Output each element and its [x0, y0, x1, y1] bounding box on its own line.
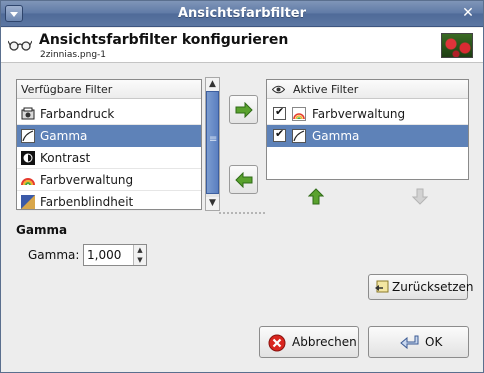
available-filter-label: Kontrast: [40, 151, 91, 165]
pane-resize-handle[interactable]: [219, 212, 265, 216]
contrast-icon: [21, 151, 35, 165]
gamma-label: Gamma:: [28, 248, 80, 262]
color-management-icon: [292, 107, 306, 121]
header-title: Ansichtsfarbfilter konfigurieren: [39, 32, 289, 48]
gamma-curve-icon: [21, 129, 35, 143]
active-filters-header-label: Aktive Filter: [293, 83, 359, 96]
image-thumbnail: [441, 33, 473, 58]
cancel-button[interactable]: Abbrechen: [259, 326, 359, 358]
cancel-icon: [268, 334, 286, 352]
color-deficiency-icon: [21, 195, 35, 209]
gamma-spin-buttons[interactable]: ▲ ▼: [133, 245, 146, 265]
close-icon[interactable]: ✕: [459, 4, 477, 22]
ok-return-icon: [400, 335, 419, 350]
gamma-curve-icon: [292, 129, 306, 143]
spin-down-icon[interactable]: ▼: [134, 255, 146, 265]
filter-enabled-checkbox[interactable]: [273, 127, 286, 142]
glasses-icon: [8, 40, 32, 51]
active-filter-label: Farbverwaltung: [312, 107, 406, 121]
available-filters-header[interactable]: Verfügbare Filter: [17, 80, 201, 99]
filter-enabled-checkbox[interactable]: [273, 105, 286, 120]
arrow-left-icon: [235, 172, 253, 188]
proof-icon: [21, 107, 35, 120]
gamma-input[interactable]: [87, 247, 131, 263]
active-filters-header[interactable]: Aktive Filter: [267, 80, 468, 99]
available-filter-item-gamma[interactable]: Gamma: [17, 125, 201, 147]
cancel-button-label: Abbrechen: [292, 335, 357, 349]
reset-icon: [375, 280, 389, 293]
eye-icon: [272, 85, 285, 94]
available-filter-item-kontrast[interactable]: Kontrast: [17, 147, 201, 169]
available-filter-item-farbverwaltung[interactable]: Farbverwaltung: [17, 169, 201, 191]
scroll-down-icon[interactable]: ▼: [206, 197, 219, 210]
ok-button-label: OK: [425, 335, 443, 349]
scroll-up-icon[interactable]: ▲: [206, 78, 219, 91]
available-filters-list[interactable]: Verfügbare Filter Farbandruck Gamma Kont…: [16, 79, 202, 211]
active-filter-label: Gamma: [312, 129, 360, 143]
available-filter-item-farbenblindheit[interactable]: Farbenblindheit: [17, 191, 201, 211]
gamma-spinbutton[interactable]: ▲ ▼: [83, 244, 147, 266]
color-management-icon: [21, 178, 35, 186]
reset-button[interactable]: Zurücksetzen: [368, 274, 474, 300]
settings-section-title: Gamma: [16, 223, 68, 237]
reset-button-label: Zurücksetzen: [392, 280, 474, 294]
spin-up-icon[interactable]: ▲: [134, 245, 146, 255]
available-filter-label: Farbverwaltung: [40, 173, 134, 187]
active-filter-item-gamma[interactable]: Gamma: [267, 125, 468, 147]
title-bar[interactable]: Ansichtsfarbfilter ✕: [1, 1, 483, 27]
remove-filter-button[interactable]: [229, 165, 258, 194]
available-filter-label: Farbenblindheit: [40, 195, 134, 209]
active-filters-list[interactable]: Aktive Filter Farbverwaltung Gamma: [266, 79, 469, 180]
available-filters-header-label: Verfügbare Filter: [21, 83, 113, 96]
scrollbar-thumb[interactable]: [206, 91, 219, 194]
available-filter-label: Farbandruck: [40, 107, 115, 121]
available-filter-label: Gamma: [40, 129, 88, 143]
available-filter-item-farbandruck[interactable]: Farbandruck: [17, 103, 201, 125]
dialog-window: Ansichtsfarbfilter ✕ Ansichtsfarbfilter …: [0, 0, 484, 373]
ok-button[interactable]: OK: [368, 326, 469, 358]
window-title: Ansichtsfarbfilter: [177, 6, 307, 21]
available-filters-scrollbar[interactable]: ▲ ▼: [205, 77, 220, 211]
dialog-header: Ansichtsfarbfilter konfigurieren 2zinnia…: [1, 28, 483, 63]
move-up-icon[interactable]: [308, 188, 324, 205]
move-down-icon[interactable]: [412, 188, 428, 205]
arrow-right-icon: [235, 102, 253, 118]
add-filter-button[interactable]: [229, 95, 258, 124]
active-filter-item-farbverwaltung[interactable]: Farbverwaltung: [267, 103, 468, 125]
header-subtitle: 2zinnias.png-1: [40, 50, 107, 60]
